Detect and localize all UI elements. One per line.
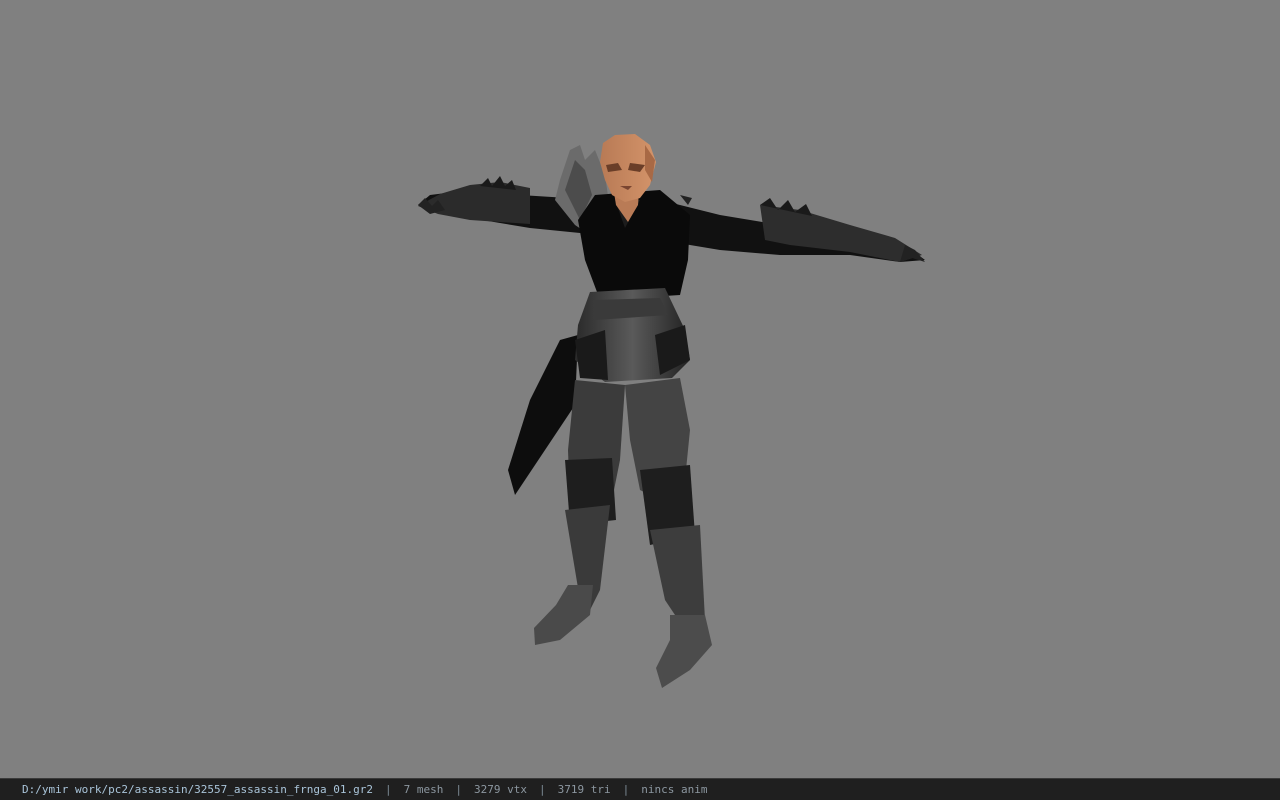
- file-path: D:/ymir work/pc2/assassin/32557_assassin…: [22, 783, 373, 796]
- triangle-count: 3719 tri: [557, 783, 611, 796]
- vertex-count: 3279 vtx: [474, 783, 527, 796]
- animation-status: nincs anim: [641, 783, 708, 796]
- mesh-count: 7 mesh: [403, 783, 444, 796]
- status-bar: D:/ymir work/pc2/assassin/32557_assassin…: [0, 778, 1280, 800]
- separator: |: [622, 783, 630, 796]
- character-model[interactable]: [0, 0, 1280, 778]
- 3d-viewport[interactable]: [0, 0, 1280, 778]
- separator: |: [455, 783, 462, 796]
- separator: |: [538, 783, 546, 796]
- right-boot: [650, 525, 705, 630]
- separator: |: [385, 783, 392, 796]
